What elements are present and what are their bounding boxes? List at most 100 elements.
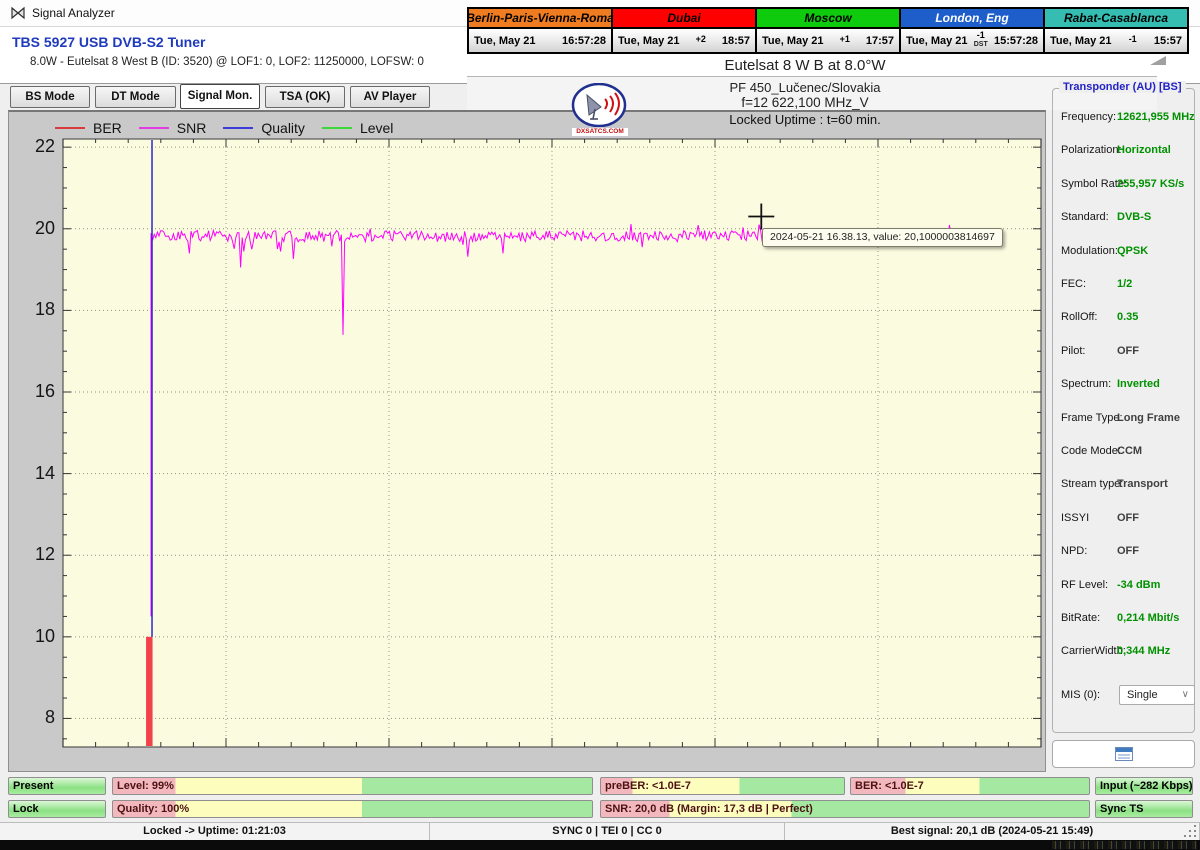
- legend-line-swatch: [321, 127, 352, 129]
- indicator-level: Level: 99%: [112, 777, 593, 795]
- clock-column: Dubai Tue, May 21 +2 18:57: [611, 7, 757, 54]
- clock-time-value: 18:57: [721, 34, 750, 47]
- transponder-row-value: -34 dBm: [1117, 578, 1161, 591]
- transponder-row: Frequency: 12621,955 MHz: [1061, 111, 1195, 123]
- transponder-row-value: 0,344 MHz: [1117, 645, 1171, 658]
- clock-time-value: 15:57: [1153, 34, 1182, 47]
- resize-grip[interactable]: [1186, 825, 1196, 837]
- indicator-sync-ts: Sync TS: [1095, 800, 1193, 818]
- legend-line-swatch: [55, 127, 85, 129]
- tab-bs-mode[interactable]: BS Mode: [10, 86, 90, 108]
- signal-monitor-chart[interactable]: BER SNR Quality Level 22 20 18 16 14 12 10 8: [8, 110, 1046, 772]
- clock-column: Rabat-Casablanca Tue, May 21 -1 15:57: [1043, 7, 1189, 54]
- clock-column: London, Eng Tue, May 21 -1 DST 15:57:28: [899, 7, 1045, 54]
- satellite-label: Eutelsat 8 W B at 8.0°W: [724, 57, 886, 74]
- clock-date: Tue, May 21: [474, 34, 536, 47]
- y-tick-label: 14: [34, 462, 55, 483]
- app-antenna-icon: [10, 5, 26, 26]
- transponder-row: Modulation: QPSK: [1061, 245, 1191, 257]
- uptime-label: Locked Uptime : t=60 min.: [729, 112, 881, 127]
- chart-tooltip: 2024-05-21 16.38.13, value: 20,100000381…: [762, 228, 1003, 247]
- clock-utc-offset: +2: [680, 33, 722, 45]
- status-segment: Best signal: 20,1 dB (2024-05-21 15:49): [785, 823, 1200, 840]
- indicator-preber: preBER: <1.0E-7: [600, 777, 845, 795]
- transponder-row-label: ISSYI: [1061, 511, 1090, 524]
- indicator-ber: BER: <1.0E-7: [850, 777, 1090, 795]
- clock-city-label: Moscow: [755, 7, 901, 29]
- transponder-row-value: Transport: [1117, 478, 1168, 491]
- clock-time-row: Tue, May 21 +1 17:57: [755, 29, 901, 54]
- taskbar-strip: [0, 840, 1200, 850]
- clock-time-row: Tue, May 21 +2 18:57: [611, 29, 757, 54]
- clock-utc-offset: -1: [1112, 33, 1154, 45]
- transponder-row: Spectrum: Inverted: [1061, 378, 1191, 390]
- tab-av-player[interactable]: AV Player: [350, 86, 430, 108]
- indicator-lock: Lock: [8, 800, 106, 818]
- window-title: Signal Analyzer: [32, 6, 115, 20]
- transponder-row: Code Mode: CCM: [1061, 445, 1191, 457]
- dxsatcs-logo-text: DXSATCS.COM: [571, 127, 629, 137]
- clock-resize-triangle: [1150, 56, 1166, 65]
- y-tick-label: 18: [34, 299, 55, 320]
- clock-time-value: 15:57:28: [993, 34, 1038, 47]
- legend-label: BER: [93, 120, 122, 136]
- transponder-row-label: Frame Type:: [1061, 411, 1123, 424]
- transponder-row: NPD: OFF: [1061, 545, 1191, 557]
- transponder-row-value: Inverted: [1117, 378, 1160, 391]
- tab-tsa-ok-[interactable]: TSA (OK): [265, 86, 345, 108]
- clock-offset-value: -1: [976, 29, 985, 40]
- transponder-row-value: 0.35: [1117, 311, 1139, 324]
- transponder-row: FEC: 1/2: [1061, 278, 1191, 290]
- legend-line-swatch: [138, 127, 169, 129]
- legend-line-swatch: [223, 127, 254, 129]
- transponder-panel-title: Transponder (AU) [BS]: [1059, 81, 1186, 93]
- indicator-quality: Quality: 100%: [112, 800, 593, 818]
- clock-time-value: 16:57:28: [561, 34, 606, 47]
- clock-date: Tue, May 21: [906, 34, 968, 47]
- transponder-row-value: Long Frame: [1117, 411, 1180, 424]
- clock-date: Tue, May 21: [762, 34, 824, 47]
- chevron-down-icon: ∨: [1181, 689, 1189, 700]
- status-segment: Locked -> Uptime: 01:21:03: [0, 823, 430, 840]
- transponder-row: ISSYI OFF: [1061, 512, 1191, 524]
- transponder-row-label: NPD:: [1061, 545, 1088, 558]
- chart-legend: BER SNR Quality Level: [55, 117, 393, 139]
- transponder-row: Polarization: Horizontal: [1061, 144, 1191, 156]
- clock-date: Tue, May 21: [618, 34, 680, 47]
- transponder-row-value: 1/2: [1117, 278, 1133, 290]
- ts-list-button[interactable]: [1052, 740, 1195, 768]
- transponder-row: RF Level: -34 dBm: [1061, 579, 1191, 591]
- y-tick-label: 20: [34, 217, 55, 238]
- y-tick-label: 16: [34, 380, 55, 401]
- transponder-row-label: Frequency:: [1061, 111, 1117, 123]
- mis-dropdown[interactable]: Single ∨: [1119, 685, 1195, 705]
- signal-plot[interactable]: [9, 112, 1047, 774]
- clock-utc-offset: +1: [824, 34, 866, 45]
- transponder-row: Stream type: Transport: [1061, 478, 1191, 490]
- clock-dst-flag: DST: [973, 40, 988, 48]
- clock-offset-value: +2: [695, 33, 706, 44]
- status-bar: Locked -> Uptime: 01:21:03 SYNC 0 | TEI 0…: [0, 822, 1200, 840]
- tab-dt-mode[interactable]: DT Mode: [95, 86, 176, 108]
- transponder-row-label: Polarization:: [1061, 144, 1122, 157]
- satellite-dish-icon: [571, 82, 627, 128]
- legend-item-level: Level: [321, 120, 394, 136]
- transponder-row: Symbol Rate: 255,957 KS/s: [1061, 178, 1191, 190]
- y-tick-label: 10: [34, 625, 55, 646]
- transponder-row-label: RollOff:: [1061, 311, 1098, 324]
- transponder-row-label: Code Mode:: [1061, 445, 1121, 457]
- clock-column: Moscow Tue, May 21 +1 17:57: [755, 7, 901, 54]
- clock-offset-value: -1: [1128, 33, 1137, 44]
- indicator-snr: SNR: 20,0 dB (Margin: 17,3 dB | Perfect): [600, 800, 1090, 818]
- tab-signal-mon-[interactable]: Signal Mon.: [180, 84, 260, 109]
- site-label: PF 450_Lučenec/Slovakia: [729, 80, 881, 95]
- legend-item-snr: SNR: [138, 120, 206, 136]
- transponder-row-value: CCM: [1117, 445, 1143, 457]
- transponder-row-label: Pilot:: [1061, 344, 1086, 357]
- indicator-input-282-kbps-: Input (~282 Kbps): [1095, 777, 1193, 795]
- legend-label: Level: [359, 120, 394, 136]
- clock-time-row: Tue, May 21 -1 DST 15:57:28: [899, 29, 1045, 54]
- transponder-row: CarrierWidth: 0,344 MHz: [1061, 645, 1191, 657]
- transponder-row: Standard: DVB-S: [1061, 211, 1191, 223]
- y-tick-label: 8: [44, 707, 55, 728]
